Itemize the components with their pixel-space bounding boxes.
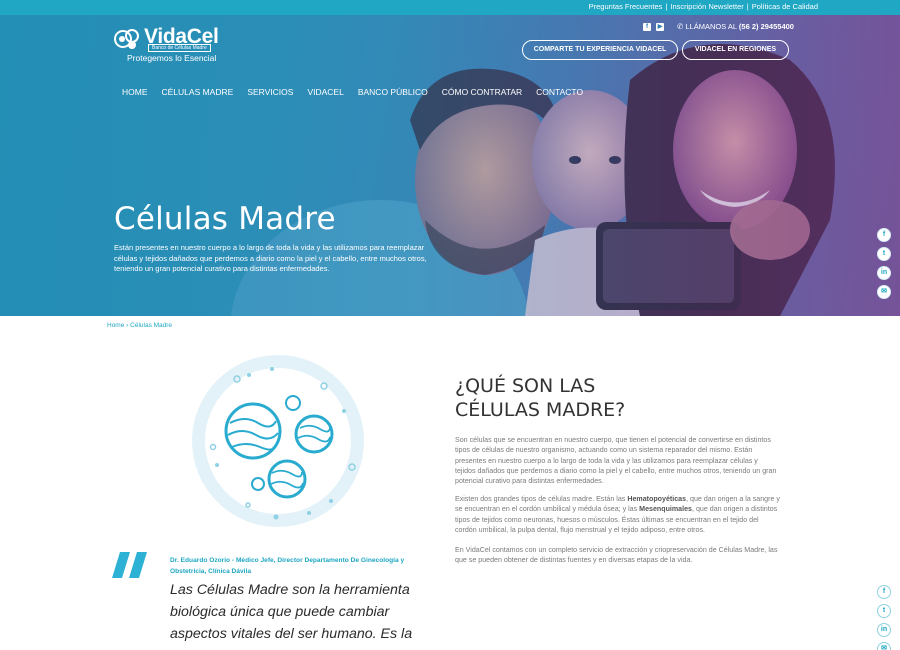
facebook-icon[interactable]: f — [877, 228, 891, 242]
linkedin-icon[interactable]: in — [877, 623, 891, 637]
floating-social-bar-bottom: f t in ✉ — [877, 585, 891, 650]
twitter-icon[interactable]: t — [877, 247, 891, 261]
linkedin-icon[interactable]: in — [877, 266, 891, 280]
types-paragraph: Existen dos grandes tipos de células mad… — [455, 495, 780, 534]
nav-como-contratar[interactable]: CÓMO CONTRATAR — [442, 87, 522, 97]
nav-banco-publico[interactable]: BANCO PÚBLICO — [358, 87, 428, 97]
facebook-icon[interactable]: f — [643, 23, 651, 31]
nav-contacto[interactable]: CONTACTO — [536, 87, 583, 97]
newsletter-link[interactable]: Inscripción Newsletter — [670, 2, 743, 11]
page-title: Células Madre — [114, 201, 336, 237]
nav-home[interactable]: HOME — [122, 87, 148, 97]
top-bar: Preguntas Frecuentes | Inscripción Newslet… — [0, 0, 900, 15]
quote-icon — [112, 552, 147, 578]
email-icon[interactable]: ✉ — [877, 285, 891, 299]
breadcrumb-current: Células Madre — [130, 322, 173, 329]
services-paragraph: En VidaCel contamos con un completo serv… — [455, 546, 778, 565]
vidacel-logo[interactable]: VidaCel Banco de Células Madre Protegemo… — [114, 25, 224, 67]
breadcrumb-home[interactable]: Home — [107, 322, 124, 329]
top-links: Preguntas Frecuentes | Inscripción Newslet… — [588, 2, 818, 11]
twitter-icon[interactable]: t — [877, 604, 891, 618]
nav-celulas-madre[interactable]: CÉLULAS MADRE — [162, 87, 234, 97]
nav-vidacel[interactable]: VIDACEL — [307, 87, 343, 97]
quality-policies-link[interactable]: Políticas de Calidad — [752, 2, 818, 11]
intro-paragraph: Son células que se encuentran en nuestro… — [455, 436, 777, 486]
main-nav: HOME CÉLULAS MADRE SERVICIOS VIDACEL BAN… — [122, 87, 597, 97]
share-experience-button[interactable]: COMPARTE TU EXPERIENCIA VIDACEL — [522, 40, 678, 60]
hero-description: Están presentes en nuestro cuerpo a lo l… — [114, 243, 427, 273]
facebook-icon[interactable]: f — [877, 585, 891, 599]
quote-text: Las Células Madre son la herramienta bio… — [170, 582, 413, 650]
phone-contact[interactable]: ✆ LLÁMANOS AL (56 2) 29455400 — [677, 22, 794, 31]
regions-button[interactable]: VIDACEL EN REGIONES — [682, 40, 789, 60]
youtube-icon[interactable]: ▶ — [656, 23, 664, 31]
logo-cells-icon — [114, 29, 139, 49]
floating-social-bar: f t in ✉ — [877, 228, 891, 299]
email-icon[interactable]: ✉ — [877, 642, 891, 650]
stem-cells-illustration — [192, 355, 364, 527]
faq-link[interactable]: Preguntas Frecuentes — [589, 2, 663, 11]
section-heading: ¿QUÉ SON LAS CÉLULAS MADRE? — [455, 375, 626, 421]
hero-banner: Preguntas Frecuentes | Inscripción Newslet… — [0, 0, 900, 316]
breadcrumb: Home › Células Madre — [107, 322, 173, 329]
phone-icon: ✆ — [677, 22, 684, 31]
nav-servicios[interactable]: SERVICIOS — [247, 87, 293, 97]
quote-author: Dr. Eduardo Ozorio - Médico Jefe, Direct… — [170, 557, 405, 575]
header-social: f ▶ — [643, 23, 664, 31]
